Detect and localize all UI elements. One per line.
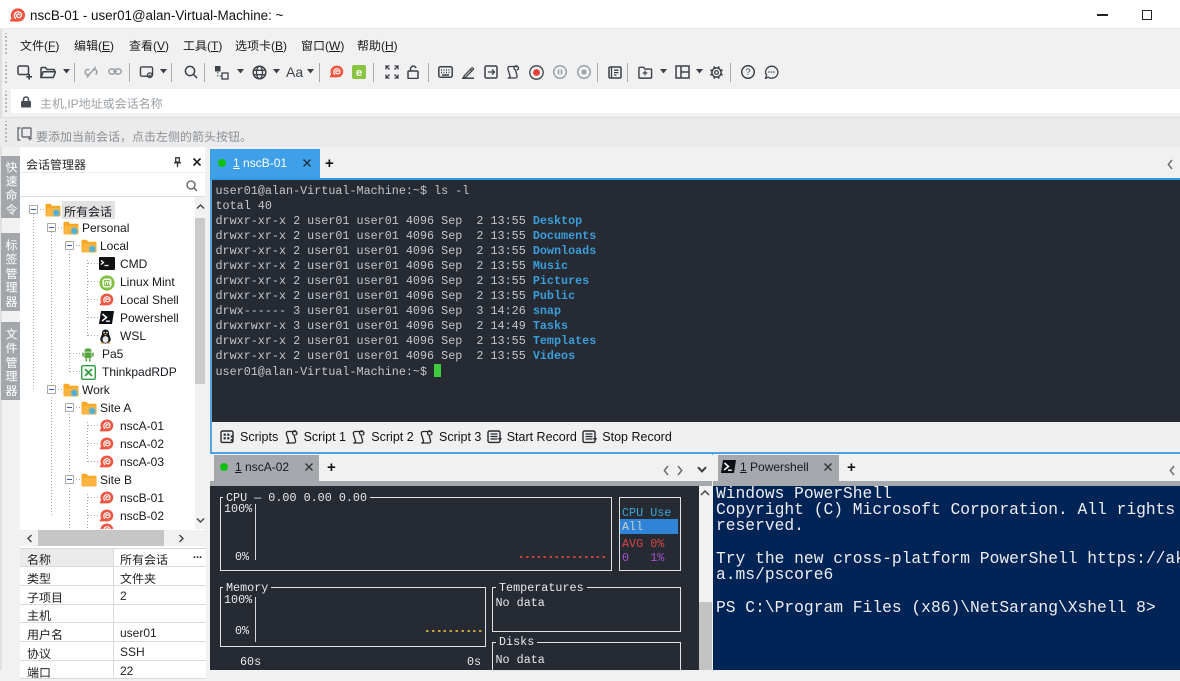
svg-text:e: e — [356, 67, 362, 79]
svg-text:?: ? — [745, 67, 750, 77]
